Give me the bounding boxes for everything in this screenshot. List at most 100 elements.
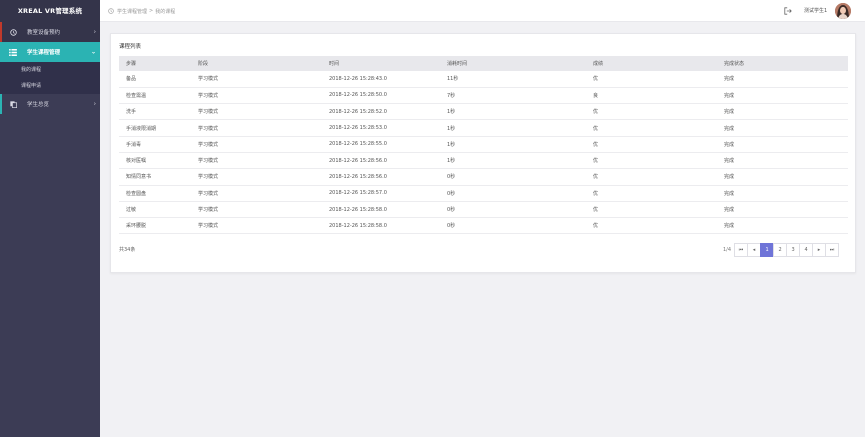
next-page-button[interactable]: ▸ (812, 243, 827, 257)
last-page-button[interactable]: ⏭ (825, 243, 840, 257)
table-cell: 学习模式 (191, 87, 322, 105)
table-cell: 优 (586, 103, 717, 121)
table-cell: 1秒 (440, 136, 586, 153)
sidebar-item-student-overview[interactable]: 学生总览 › (0, 94, 100, 114)
table-cell: 优 (586, 119, 717, 137)
table-cell: 2018-12-26 15:28:52.0 (322, 103, 440, 121)
table-cell: 完成 (717, 71, 848, 88)
chevron-right-icon: › (93, 28, 96, 36)
table-cell: 良 (586, 87, 717, 105)
table-cell: 手消液限消期 (119, 119, 191, 137)
table-cell: 学习模式 (191, 119, 322, 137)
first-page-button[interactable]: ⏮ (734, 243, 749, 257)
sidebar-item-course-management[interactable]: 学生课程管理 ⌄ (0, 42, 100, 62)
table-row: 检查需温 学习模式 2018-12-26 15:28:50.0 7秒良完成 (119, 87, 848, 105)
panel-title: 课程列表 (119, 44, 142, 50)
table-cell: 学习模式 (191, 168, 322, 186)
breadcrumb-item: 我的课程 (155, 8, 176, 15)
page-info: 1/4 (723, 247, 732, 253)
table-cell: 完成 (717, 87, 848, 105)
logout-icon[interactable] (784, 7, 792, 17)
table-cell: 学习模式 (191, 217, 322, 235)
page-button[interactable]: 3 (786, 243, 801, 257)
column-header: 时间 (329, 61, 340, 67)
course-table: 步骤 阶段 时间 消耗时间 成绩 完成状态 备品 学习模式 2018-12-26 1… (119, 56, 848, 235)
table-cell: 2018-12-26 15:28:55.0 (322, 136, 440, 153)
breadcrumb-item[interactable]: 学生课程管理 (117, 8, 147, 15)
table-cell: 2018-12-26 15:28:43.0 (322, 71, 440, 88)
table-row: 知情同意书 学习模式 2018-12-26 15:28:56.0 0秒优完成 (119, 168, 848, 186)
page-button[interactable]: 4 (799, 243, 814, 257)
app-brand: XREAL VR管理系统 (0, 0, 100, 22)
table-row: 检查圆盘 学习模式 2018-12-26 15:28:57.0 0秒优完成 (119, 185, 848, 202)
table-cell: 0秒 (440, 217, 586, 235)
table-cell: 优 (586, 201, 717, 219)
column-header: 步骤 (126, 61, 137, 67)
table-row: 洗手 学习模式 2018-12-26 15:28:52.0 1秒优完成 (119, 103, 848, 121)
sidebar: XREAL VR管理系统 教室设备预约 › 学生课程管理 ⌄ 我的课程 课程申请… (0, 0, 100, 437)
table-cell: 学习模式 (191, 136, 322, 153)
table-cell: 2018-12-26 15:28:58.0 (322, 201, 440, 219)
table-cell: 优 (586, 217, 717, 235)
table-body: 备品 学习模式 2018-12-26 15:28:43.0 11秒优完成 检查需温 学习模… (119, 71, 848, 235)
table-cell: 2018-12-26 15:28:56.0 (322, 152, 440, 170)
clock-icon (108, 8, 114, 14)
sub-menu: 我的课程 课程申请 (0, 62, 100, 94)
table-cell: 优 (586, 152, 717, 170)
table-cell: 学习模式 (191, 185, 322, 202)
prev-page-button[interactable]: ◂ (747, 243, 762, 257)
table-cell: 检查圆盘 (119, 185, 191, 202)
avatar[interactable] (835, 3, 851, 19)
column-header: 阶段 (198, 61, 209, 67)
table-row: 手消液限消期 学习模式 2018-12-26 15:28:53.0 1秒优完成 (119, 119, 848, 137)
top-bar: 学生课程管理 > 我的课程 测试学生1 (100, 0, 865, 22)
column-header: 消耗时间 (447, 61, 468, 67)
table-row: 备品 学习模式 2018-12-26 15:28:43.0 11秒优完成 (119, 71, 848, 88)
total-count: 共34条 (119, 247, 136, 253)
table-cell: 2018-12-26 15:28:57.0 (322, 185, 440, 202)
table-cell: 学习模式 (191, 103, 322, 121)
table-cell: 洗手 (119, 103, 191, 121)
table-row: 手消毒 学习模式 2018-12-26 15:28:55.0 1秒优完成 (119, 136, 848, 153)
table-cell: 2018-12-26 15:28:56.0 (322, 168, 440, 186)
table-cell: 完成 (717, 152, 848, 170)
table-cell: 7秒 (440, 87, 586, 105)
page-button[interactable]: 2 (773, 243, 788, 257)
table-cell: 核对医嘱 (119, 152, 191, 170)
table-cell: 采环腰脱 (119, 217, 191, 235)
sidebar-item-label: 学生课程管理 (27, 50, 61, 56)
table-cell: 0秒 (440, 201, 586, 219)
table-cell: 完成 (717, 217, 848, 235)
table-cell: 完成 (717, 185, 848, 202)
table-cell: 完成 (717, 201, 848, 219)
breadcrumb-separator: > (149, 8, 154, 14)
sub-item-my-courses[interactable]: 我的课程 (0, 62, 100, 78)
table-cell: 完成 (717, 103, 848, 121)
table-row: 核对医嘱 学习模式 2018-12-26 15:28:56.0 1秒优完成 (119, 152, 848, 170)
column-header: 成绩 (593, 61, 604, 67)
table-cell: 1秒 (440, 119, 586, 137)
clock-icon (8, 28, 18, 36)
table-cell: 1秒 (440, 103, 586, 121)
table-cell: 学习模式 (191, 71, 322, 88)
table-row: 采环腰脱 学习模式 2018-12-26 15:28:58.0 0秒优完成 (119, 217, 848, 235)
chevron-right-icon: › (93, 100, 96, 108)
table-cell: 过敏 (119, 201, 191, 219)
sidebar-item-classroom-booking[interactable]: 教室设备预约 › (0, 22, 100, 42)
table-cell: 检查需温 (119, 87, 191, 105)
course-list-panel: 课程列表 步骤 阶段 时间 消耗时间 成绩 完成状态 备品 学习模式 2018-12… (110, 33, 856, 273)
column-header: 完成状态 (724, 61, 745, 67)
sub-item-course-application[interactable]: 课程申请 (0, 78, 100, 94)
table-cell: 优 (586, 71, 717, 88)
username[interactable]: 测试学生1 (804, 0, 827, 22)
table-cell: 完成 (717, 119, 848, 137)
table-cell: 完成 (717, 136, 848, 153)
sidebar-item-label: 学生总览 (27, 102, 50, 108)
pagination: 1/4 ⏮ ◂ 1 2 3 4 ▸ ⏭ (723, 243, 840, 257)
table-cell: 优 (586, 136, 717, 153)
page-button[interactable]: 1 (760, 243, 775, 257)
table-cell: 手消毒 (119, 136, 191, 153)
table-header-row: 步骤 阶段 时间 消耗时间 成绩 完成状态 (119, 56, 848, 71)
list-icon (8, 48, 18, 56)
table-cell: 学习模式 (191, 201, 322, 219)
